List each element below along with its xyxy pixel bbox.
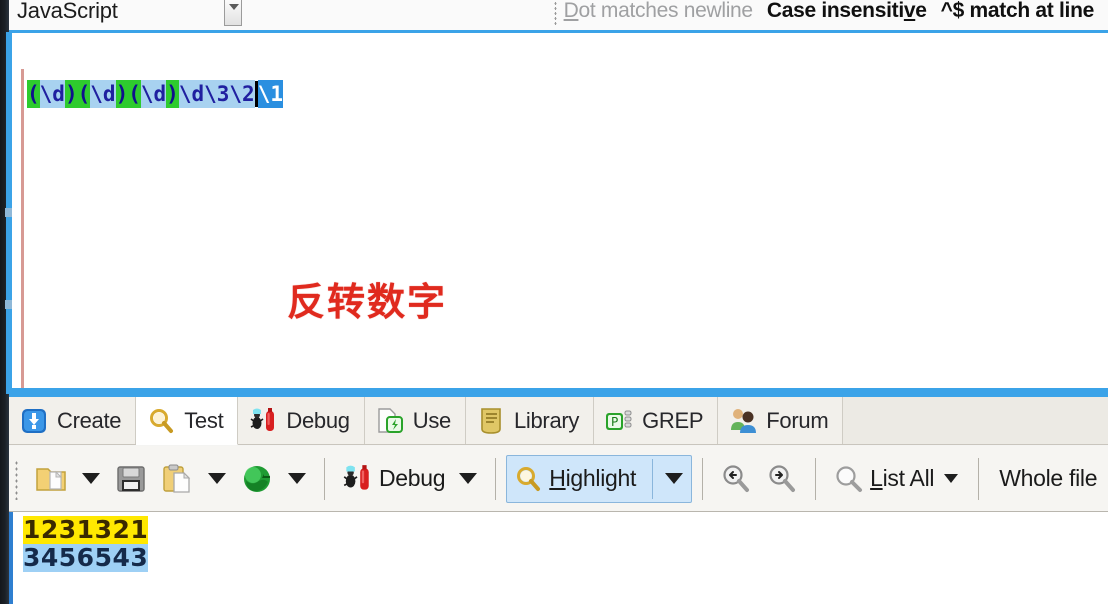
test-toolbar-grip[interactable] <box>11 456 22 502</box>
toolbar-separator-1 <box>324 457 325 500</box>
tab-grep-label: GREP <box>642 407 704 433</box>
library-icon <box>476 406 506 436</box>
main-tab-strip: Create Test Debug Use Library P GREP For… <box>9 397 1108 445</box>
tab-forum[interactable]: Forum <box>718 397 844 444</box>
create-icon <box>19 406 49 436</box>
search-scope-label[interactable]: Whole file <box>989 465 1107 492</box>
debug-icon <box>341 463 373 495</box>
highlight-button[interactable]: Highlight <box>506 454 693 503</box>
regex-pattern-line[interactable]: ( \d ) ( \d ) ( \d ) \d\3\2 \1 <box>27 80 283 108</box>
folder-open-icon <box>34 462 68 496</box>
regex-panel-left-border <box>21 69 1108 421</box>
regex-flavor-dropdown[interactable] <box>223 0 242 26</box>
find-previous-button[interactable] <box>713 455 759 503</box>
toolbar-separator-3 <box>702 457 704 500</box>
find-next-button[interactable] <box>759 455 805 503</box>
subject-line-2[interactable]: 3456543 <box>23 544 149 572</box>
option-caret-dollar-match-at-line[interactable]: ^$ match at line <box>941 0 1095 23</box>
regex-tester-window: JavaScript Dot matches newline Case inse… <box>0 0 1108 604</box>
tab-use-label: Use <box>412 407 452 433</box>
debug-button-label: Debug <box>379 465 446 491</box>
option-case-insensitive[interactable]: Case insensitive <box>767 0 927 23</box>
toolbar-separator-4 <box>815 457 817 500</box>
annotation-text: 反转数字 <box>287 280 448 324</box>
tab-test[interactable]: Test <box>136 397 239 445</box>
toolbar-separator-5 <box>978 457 980 500</box>
list-all-button[interactable]: List All <box>826 455 968 503</box>
subject-left-accent <box>9 512 13 604</box>
regex-token-backref-1-selected[interactable]: \1 <box>257 80 283 108</box>
save-file-button[interactable] <box>108 455 154 503</box>
regex-token-digit-1[interactable]: \d <box>39 80 65 108</box>
splitter-grip-upper[interactable] <box>5 208 12 217</box>
open-file-button[interactable] <box>28 455 74 503</box>
subject-line-1[interactable]: 1231321 <box>23 516 149 544</box>
test-icon <box>146 406 176 436</box>
regex-token-group-close-1[interactable]: ) <box>64 80 78 108</box>
regex-token-digit-2[interactable]: \d <box>90 80 116 108</box>
web-fetch-dropdown[interactable] <box>288 473 306 484</box>
web-fetch-button[interactable] <box>234 455 280 503</box>
options-drag-grip[interactable] <box>551 0 560 28</box>
list-all-dropdown[interactable] <box>944 474 959 483</box>
regex-token-group-open-1[interactable]: ( <box>27 80 40 108</box>
svg-text:P: P <box>611 415 618 429</box>
regex-editor-panel[interactable]: ( \d ) ( \d ) ( \d ) \d\3\2 \1 反转数字 <box>9 30 1108 421</box>
regex-token-group-close-3[interactable]: ) <box>166 80 179 108</box>
tab-use[interactable]: Use <box>364 397 466 444</box>
floppy-save-icon <box>114 462 148 496</box>
paste-button[interactable] <box>154 455 200 503</box>
splitter-grip-lower[interactable] <box>5 300 12 309</box>
debug-dropdown[interactable] <box>459 473 478 484</box>
regex-options-bar: JavaScript Dot matches newline Case inse… <box>0 0 1108 30</box>
regex-token-group-open-3[interactable]: ( <box>128 80 141 108</box>
find-previous-icon <box>719 462 753 496</box>
list-all-label: List All <box>870 465 935 491</box>
highlight-dropdown[interactable] <box>665 473 684 484</box>
globe-icon <box>240 462 274 496</box>
magnifier-icon <box>832 463 864 495</box>
regex-token-group-close-2[interactable]: ) <box>115 80 129 108</box>
regex-token-backrefs[interactable]: \d\3\2 <box>178 80 255 108</box>
paste-dropdown[interactable] <box>208 473 226 484</box>
grep-icon: P <box>604 406 634 436</box>
regex-token-digit-3[interactable]: \d <box>140 80 167 108</box>
panel-divider[interactable] <box>9 388 1108 397</box>
magnifier-icon <box>513 464 543 494</box>
forum-icon <box>728 406 758 436</box>
use-icon <box>375 406 405 436</box>
tab-strip-filler <box>843 397 1108 444</box>
debug-button[interactable]: Debug <box>335 455 451 503</box>
tab-test-label: Test <box>184 407 224 433</box>
find-next-icon <box>765 462 799 496</box>
regex-token-group-open-2[interactable]: ( <box>77 80 91 108</box>
highlight-split-divider <box>652 458 654 499</box>
regex-flavor-label[interactable]: JavaScript <box>13 0 118 24</box>
option-dot-matches-newline[interactable]: Dot matches newline <box>564 0 754 23</box>
toolbar-separator-2 <box>495 457 497 500</box>
tab-debug-label: Debug <box>286 407 350 433</box>
open-file-dropdown[interactable] <box>82 473 100 484</box>
test-subject-area[interactable]: 1231321 3456543 <box>9 512 1108 604</box>
tab-library-label: Library <box>513 407 580 433</box>
test-toolbar: Debug Highlight List All Whole file <box>9 446 1108 512</box>
tab-debug[interactable]: Debug <box>238 397 365 444</box>
tab-create-label: Create <box>57 407 122 433</box>
paste-icon <box>160 462 194 496</box>
debug-icon <box>248 406 278 436</box>
tab-grep[interactable]: P GREP <box>594 397 719 444</box>
highlight-button-label: Highlight <box>549 465 637 491</box>
tab-create[interactable]: Create <box>9 397 137 444</box>
tab-forum-label: Forum <box>766 407 829 433</box>
tab-library[interactable]: Library <box>465 397 595 444</box>
